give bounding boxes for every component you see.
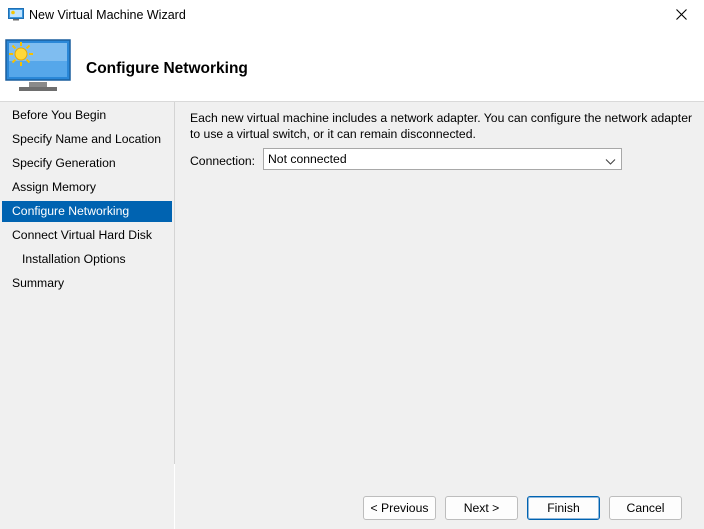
step-assign-memory[interactable]: Assign Memory <box>2 177 172 198</box>
monitor-sun-icon <box>5 39 71 93</box>
page-title: Configure Networking <box>86 60 248 77</box>
connection-selected-value: Not connected <box>268 152 347 166</box>
connection-dropdown[interactable]: Not connected <box>263 148 622 170</box>
main-content: Each new virtual machine includes a netw… <box>175 102 704 529</box>
wizard-window: New Virtual Machine Wizard Configure Net… <box>0 0 704 529</box>
step-specify-generation[interactable]: Specify Generation <box>2 153 172 174</box>
cancel-button[interactable]: Cancel <box>609 496 682 520</box>
title-bar: New Virtual Machine Wizard <box>0 0 704 31</box>
step-specify-name-and-location[interactable]: Specify Name and Location <box>2 129 172 150</box>
monitor-icon <box>8 8 24 21</box>
step-connect-virtual-hard-disk[interactable]: Connect Virtual Hard Disk <box>2 225 172 246</box>
wizard-header: Configure Networking <box>0 31 704 102</box>
close-button[interactable] <box>658 0 704 31</box>
previous-button[interactable]: < Previous <box>363 496 436 520</box>
step-installation-options[interactable]: Installation Options <box>2 249 172 270</box>
window-title: New Virtual Machine Wizard <box>29 8 186 22</box>
connection-label: Connection: <box>190 154 256 168</box>
step-before-you-begin[interactable]: Before You Begin <box>2 105 172 126</box>
close-icon <box>675 8 687 23</box>
wizard-steps-sidebar: Before You Begin Specify Name and Locati… <box>0 102 175 464</box>
step-configure-networking[interactable]: Configure Networking <box>2 201 172 222</box>
finish-button[interactable]: Finish <box>527 496 600 520</box>
step-summary[interactable]: Summary <box>2 273 172 294</box>
next-button[interactable]: Next > <box>445 496 518 520</box>
networking-description: Each new virtual machine includes a netw… <box>190 111 693 141</box>
sidebar-footer-area <box>0 464 174 529</box>
chevron-down-icon <box>605 155 616 165</box>
